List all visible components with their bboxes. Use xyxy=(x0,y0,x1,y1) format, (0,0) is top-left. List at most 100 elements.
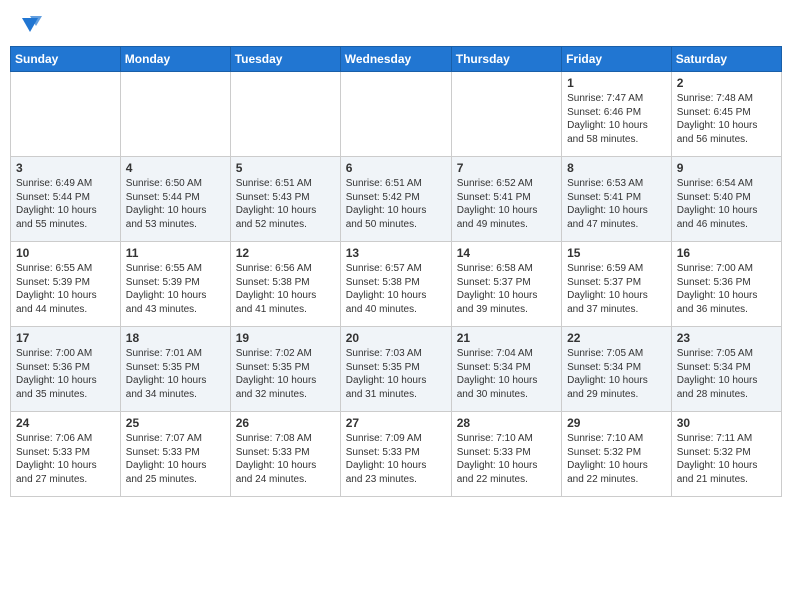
day-number: 9 xyxy=(677,161,776,175)
day-number: 11 xyxy=(126,246,225,260)
day-number: 6 xyxy=(346,161,446,175)
calendar-week-row: 17 Sunrise: 7:00 AM Sunset: 5:36 PM Dayli… xyxy=(11,327,782,412)
calendar-table: SundayMondayTuesdayWednesdayThursdayFrid… xyxy=(10,46,782,497)
calendar-cell: 4 Sunrise: 6:50 AM Sunset: 5:44 PM Daylig… xyxy=(120,157,230,242)
day-info: Sunrise: 6:56 AM Sunset: 5:38 PM Dayligh… xyxy=(236,262,335,316)
calendar-cell xyxy=(340,72,451,157)
day-info: Sunrise: 7:06 AM Sunset: 5:33 PM Dayligh… xyxy=(16,432,115,486)
day-info: Sunrise: 7:04 AM Sunset: 5:34 PM Dayligh… xyxy=(457,347,556,401)
calendar-cell: 27 Sunrise: 7:09 AM Sunset: 5:33 PM Dayli… xyxy=(340,412,451,497)
calendar-cell: 7 Sunrise: 6:52 AM Sunset: 5:41 PM Daylig… xyxy=(451,157,561,242)
day-info: Sunrise: 7:47 AM Sunset: 6:46 PM Dayligh… xyxy=(567,92,666,146)
calendar-cell: 2 Sunrise: 7:48 AM Sunset: 6:45 PM Daylig… xyxy=(671,72,781,157)
day-number: 1 xyxy=(567,76,666,90)
day-number: 17 xyxy=(16,331,115,345)
day-number: 4 xyxy=(126,161,225,175)
day-info: Sunrise: 7:03 AM Sunset: 5:35 PM Dayligh… xyxy=(346,347,446,401)
day-info: Sunrise: 7:05 AM Sunset: 5:34 PM Dayligh… xyxy=(677,347,776,401)
calendar-cell xyxy=(451,72,561,157)
day-number: 5 xyxy=(236,161,335,175)
calendar-cell: 15Sunrise: 6:59 AM Sunset: 5:37 PM Dayli… xyxy=(562,242,672,327)
calendar-week-row: 3Sunrise: 6:49 AM Sunset: 5:44 PM Daylig… xyxy=(11,157,782,242)
calendar-cell: 28 Sunrise: 7:10 AM Sunset: 5:33 PM Dayli… xyxy=(451,412,561,497)
day-of-week-header: Friday xyxy=(562,47,672,72)
day-number: 14 xyxy=(457,246,556,260)
calendar-cell: 20Sunrise: 7:03 AM Sunset: 5:35 PM Dayli… xyxy=(340,327,451,412)
day-info: Sunrise: 6:51 AM Sunset: 5:43 PM Dayligh… xyxy=(236,177,335,231)
day-number: 13 xyxy=(346,246,446,260)
day-info: Sunrise: 6:57 AM Sunset: 5:38 PM Dayligh… xyxy=(346,262,446,316)
logo xyxy=(14,10,44,38)
day-info: Sunrise: 6:58 AM Sunset: 5:37 PM Dayligh… xyxy=(457,262,556,316)
day-info: Sunrise: 6:53 AM Sunset: 5:41 PM Dayligh… xyxy=(567,177,666,231)
day-info: Sunrise: 7:02 AM Sunset: 5:35 PM Dayligh… xyxy=(236,347,335,401)
calendar-cell: 9 Sunrise: 6:54 AM Sunset: 5:40 PM Daylig… xyxy=(671,157,781,242)
day-number: 19 xyxy=(236,331,335,345)
day-number: 16 xyxy=(677,246,776,260)
day-info: Sunrise: 7:05 AM Sunset: 5:34 PM Dayligh… xyxy=(567,347,666,401)
day-number: 27 xyxy=(346,416,446,430)
day-info: Sunrise: 7:48 AM Sunset: 6:45 PM Dayligh… xyxy=(677,92,776,146)
day-info: Sunrise: 7:08 AM Sunset: 5:33 PM Dayligh… xyxy=(236,432,335,486)
calendar-cell: 14 Sunrise: 6:58 AM Sunset: 5:37 PM Dayli… xyxy=(451,242,561,327)
day-of-week-header: Wednesday xyxy=(340,47,451,72)
calendar-cell: 19 Sunrise: 7:02 AM Sunset: 5:35 PM Dayli… xyxy=(230,327,340,412)
day-info: Sunrise: 7:00 AM Sunset: 5:36 PM Dayligh… xyxy=(677,262,776,316)
day-number: 8 xyxy=(567,161,666,175)
day-info: Sunrise: 7:11 AM Sunset: 5:32 PM Dayligh… xyxy=(677,432,776,486)
logo-icon xyxy=(16,10,44,38)
day-info: Sunrise: 7:10 AM Sunset: 5:33 PM Dayligh… xyxy=(457,432,556,486)
day-number: 26 xyxy=(236,416,335,430)
calendar-cell: 18Sunrise: 7:01 AM Sunset: 5:35 PM Dayli… xyxy=(120,327,230,412)
calendar-week-row: 10 Sunrise: 6:55 AM Sunset: 5:39 PM Dayli… xyxy=(11,242,782,327)
calendar-cell: 6Sunrise: 6:51 AM Sunset: 5:42 PM Daylig… xyxy=(340,157,451,242)
day-info: Sunrise: 7:09 AM Sunset: 5:33 PM Dayligh… xyxy=(346,432,446,486)
calendar-cell: 17 Sunrise: 7:00 AM Sunset: 5:36 PM Dayli… xyxy=(11,327,121,412)
calendar-cell: 10 Sunrise: 6:55 AM Sunset: 5:39 PM Dayli… xyxy=(11,242,121,327)
day-of-week-header: Tuesday xyxy=(230,47,340,72)
calendar-cell: 1 Sunrise: 7:47 AM Sunset: 6:46 PM Daylig… xyxy=(562,72,672,157)
day-number: 21 xyxy=(457,331,556,345)
day-info: Sunrise: 7:10 AM Sunset: 5:32 PM Dayligh… xyxy=(567,432,666,486)
calendar-cell: 16 Sunrise: 7:00 AM Sunset: 5:36 PM Dayli… xyxy=(671,242,781,327)
calendar-cell: 8 Sunrise: 6:53 AM Sunset: 5:41 PM Daylig… xyxy=(562,157,672,242)
day-info: Sunrise: 6:59 AM Sunset: 5:37 PM Dayligh… xyxy=(567,262,666,316)
day-info: Sunrise: 7:00 AM Sunset: 5:36 PM Dayligh… xyxy=(16,347,115,401)
calendar-cell: 29 Sunrise: 7:10 AM Sunset: 5:32 PM Dayli… xyxy=(562,412,672,497)
calendar-week-row: 1 Sunrise: 7:47 AM Sunset: 6:46 PM Daylig… xyxy=(11,72,782,157)
day-info: Sunrise: 6:55 AM Sunset: 5:39 PM Dayligh… xyxy=(16,262,115,316)
page-header xyxy=(10,10,782,38)
calendar-cell: 11 Sunrise: 6:55 AM Sunset: 5:39 PM Dayli… xyxy=(120,242,230,327)
day-number: 25 xyxy=(126,416,225,430)
day-of-week-header: Monday xyxy=(120,47,230,72)
day-number: 7 xyxy=(457,161,556,175)
calendar-cell xyxy=(120,72,230,157)
day-number: 28 xyxy=(457,416,556,430)
day-number: 2 xyxy=(677,76,776,90)
calendar-cell: 21 Sunrise: 7:04 AM Sunset: 5:34 PM Dayli… xyxy=(451,327,561,412)
day-info: Sunrise: 6:49 AM Sunset: 5:44 PM Dayligh… xyxy=(16,177,115,231)
day-info: Sunrise: 6:55 AM Sunset: 5:39 PM Dayligh… xyxy=(126,262,225,316)
calendar-cell: 24 Sunrise: 7:06 AM Sunset: 5:33 PM Dayli… xyxy=(11,412,121,497)
day-number: 24 xyxy=(16,416,115,430)
day-number: 10 xyxy=(16,246,115,260)
calendar-cell: 23Sunrise: 7:05 AM Sunset: 5:34 PM Dayli… xyxy=(671,327,781,412)
calendar-cell xyxy=(11,72,121,157)
calendar-cell: 30 Sunrise: 7:11 AM Sunset: 5:32 PM Dayli… xyxy=(671,412,781,497)
day-number: 29 xyxy=(567,416,666,430)
day-info: Sunrise: 6:50 AM Sunset: 5:44 PM Dayligh… xyxy=(126,177,225,231)
calendar-cell xyxy=(230,72,340,157)
day-info: Sunrise: 6:54 AM Sunset: 5:40 PM Dayligh… xyxy=(677,177,776,231)
calendar-cell: 26 Sunrise: 7:08 AM Sunset: 5:33 PM Dayli… xyxy=(230,412,340,497)
day-info: Sunrise: 6:52 AM Sunset: 5:41 PM Dayligh… xyxy=(457,177,556,231)
day-of-week-header: Thursday xyxy=(451,47,561,72)
day-of-week-header: Saturday xyxy=(671,47,781,72)
day-number: 18 xyxy=(126,331,225,345)
calendar-header-row: SundayMondayTuesdayWednesdayThursdayFrid… xyxy=(11,47,782,72)
calendar-cell: 12Sunrise: 6:56 AM Sunset: 5:38 PM Dayli… xyxy=(230,242,340,327)
day-number: 30 xyxy=(677,416,776,430)
calendar-cell: 25 Sunrise: 7:07 AM Sunset: 5:33 PM Dayli… xyxy=(120,412,230,497)
calendar-cell: 3Sunrise: 6:49 AM Sunset: 5:44 PM Daylig… xyxy=(11,157,121,242)
day-info: Sunrise: 7:07 AM Sunset: 5:33 PM Dayligh… xyxy=(126,432,225,486)
day-of-week-header: Sunday xyxy=(11,47,121,72)
